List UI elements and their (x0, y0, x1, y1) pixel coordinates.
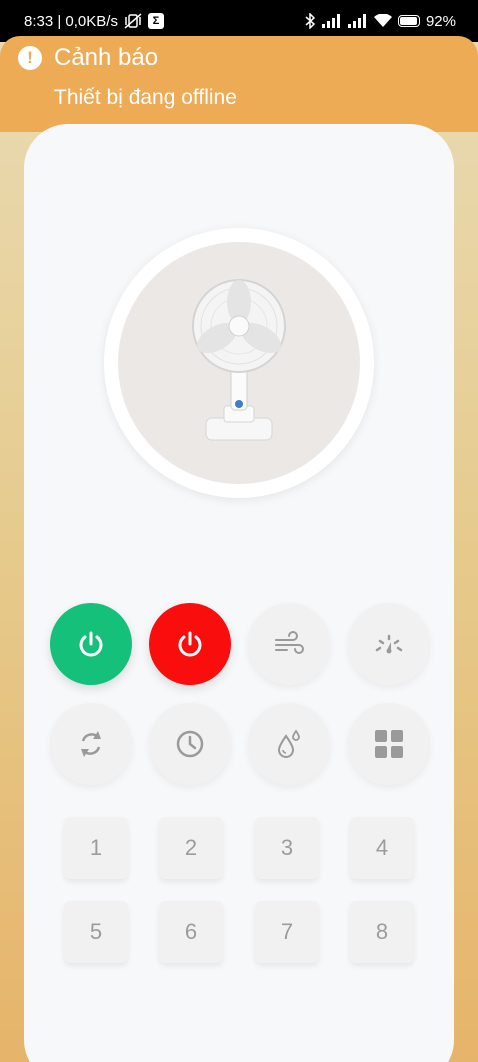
rotate-icon (81, 731, 101, 757)
signal-icon (347, 14, 366, 28)
alert-message: Thiết bị đang offline (54, 86, 237, 109)
wind-icon (275, 631, 304, 654)
more-button[interactable] (348, 703, 430, 785)
wifi-icon (373, 14, 392, 27)
fan-image (192, 279, 286, 441)
grid-icon (375, 730, 403, 758)
number-key-8[interactable]: 8 (350, 901, 414, 963)
number-key-7[interactable]: 7 (255, 901, 319, 963)
number-key-6[interactable]: 6 (159, 901, 223, 963)
power-icon (178, 631, 202, 657)
number-key-4[interactable]: 4 (350, 817, 414, 879)
device-image-frame (104, 228, 374, 498)
wind-mode-button[interactable] (248, 603, 330, 685)
status-bar-left: 8:33 | 0,0KB/s Σ (24, 13, 164, 30)
clock-icon (176, 730, 204, 758)
oscillate-button[interactable] (50, 703, 132, 785)
humidify-button[interactable] (248, 703, 330, 785)
bluetooth-icon (305, 13, 316, 29)
device-image (118, 242, 360, 484)
droplet-icon (277, 729, 300, 758)
time-and-network-speed: 8:33 | 0,0KB/s (24, 12, 118, 30)
power-on-button[interactable] (50, 603, 132, 685)
status-bar-right: 92% (304, 13, 456, 30)
number-key-3[interactable]: 3 (255, 817, 319, 879)
power-icon (79, 631, 103, 657)
power-off-button[interactable] (149, 603, 231, 685)
battery-percentage: 92% (425, 12, 456, 30)
battery-icon (397, 15, 420, 27)
number-key-1[interactable]: 1 (64, 817, 128, 879)
offline-alert-banner: ! Cảnh báo Thiết bị đang offline (0, 36, 478, 132)
vibrate-off-icon (124, 13, 142, 29)
signal-icon (321, 14, 340, 28)
timer-button[interactable] (149, 703, 231, 785)
remote-control-panel: 1 2 3 4 5 6 7 8 (24, 124, 454, 1062)
gauge-icon (375, 634, 403, 654)
speed-button[interactable] (348, 603, 430, 685)
exclamation-icon: ! (18, 46, 42, 70)
sigma-icon: Σ (147, 13, 164, 29)
number-key-5[interactable]: 5 (64, 901, 128, 963)
alert-title: Cảnh báo (54, 44, 159, 71)
number-key-2[interactable]: 2 (159, 817, 223, 879)
